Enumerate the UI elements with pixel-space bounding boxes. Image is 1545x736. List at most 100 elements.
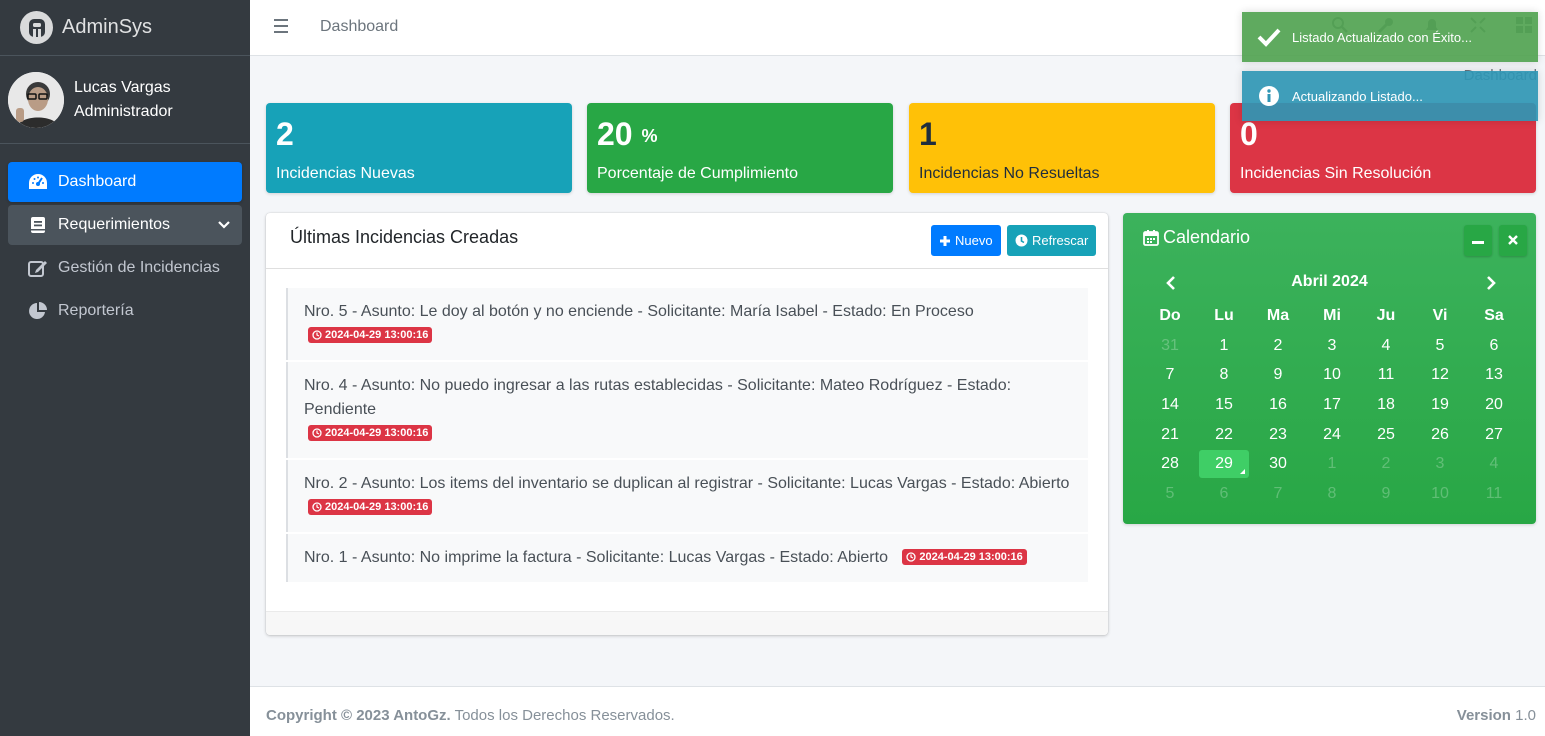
weekday: Ju: [1376, 306, 1396, 324]
calendar-day[interactable]: 6: [1197, 485, 1251, 503]
calendar-day[interactable]: 19: [1413, 396, 1467, 414]
calendar-day[interactable]: 21: [1143, 426, 1197, 444]
sidebar-nav: Dashboard Requerimientos Gestión de Inci…: [0, 144, 250, 331]
calendar-day[interactable]: 5: [1143, 485, 1197, 503]
brand-link[interactable]: AdminSys: [0, 0, 250, 56]
calendar-week: 21 22 23 24 25 26 27: [1143, 420, 1521, 450]
pie-chart-icon: [28, 301, 48, 321]
clock-icon: [312, 502, 322, 512]
stat-label: Incidencias Sin Resolución: [1240, 165, 1432, 182]
calendar-day[interactable]: 27: [1467, 426, 1521, 444]
chevron-down-icon[interactable]: [218, 217, 230, 235]
calendar-day[interactable]: 4: [1467, 455, 1521, 473]
calendar-grid: Do Lu Ma Mi Ju Vi Sa 31 1 2 3 4 5 6 7 8 …: [1143, 301, 1521, 509]
stat-box-nuevas[interactable]: 2 Incidencias Nuevas: [266, 103, 572, 193]
book-icon: [28, 215, 48, 235]
calendar-day[interactable]: 2: [1359, 455, 1413, 473]
calendar-month[interactable]: Abril 2024: [1123, 273, 1536, 291]
calendar-day[interactable]: 30: [1251, 455, 1305, 473]
toast-success[interactable]: Listado Actualizado con Éxito...: [1242, 12, 1538, 62]
calendar-day[interactable]: 2: [1251, 337, 1305, 355]
tachometer-icon: [28, 172, 48, 192]
incident-date: 2024-04-29 13:00:16: [919, 551, 1023, 563]
sidebar-item-label: Requerimientos: [58, 216, 171, 233]
calendar-day[interactable]: 1: [1197, 337, 1251, 355]
calendar-day[interactable]: 13: [1467, 366, 1521, 384]
calendar-day[interactable]: 24: [1305, 426, 1359, 444]
sidebar-item-reporteria[interactable]: Reportería: [8, 291, 242, 331]
calendar-day[interactable]: 11: [1359, 366, 1413, 384]
calendar-day[interactable]: 31: [1143, 337, 1197, 355]
new-button[interactable]: Nuevo: [931, 225, 1001, 256]
stat-value: 1: [919, 116, 937, 152]
list-item[interactable]: Nro. 2 - Asunto: Los items del inventari…: [286, 460, 1088, 532]
sidebar-item-requerimientos[interactable]: Requerimientos: [8, 205, 242, 245]
calendar-day[interactable]: 12: [1413, 366, 1467, 384]
stat-value: 20: [597, 116, 633, 152]
weekday: Sa: [1484, 306, 1504, 324]
calendar-day[interactable]: 28: [1143, 455, 1197, 473]
calendar-day[interactable]: 1: [1305, 455, 1359, 473]
weekday-row: Do Lu Ma Mi Ju Vi Sa: [1143, 301, 1521, 331]
minus-icon: [1472, 232, 1484, 250]
calendar-day[interactable]: 14: [1143, 396, 1197, 414]
menu-toggle-icon[interactable]: [274, 19, 288, 33]
calendar-day[interactable]: 11: [1467, 485, 1521, 503]
calendar-day[interactable]: 7: [1143, 366, 1197, 384]
calendar-day[interactable]: 8: [1197, 366, 1251, 384]
calendar-day[interactable]: 18: [1359, 396, 1413, 414]
copyright-text: Todos los Derechos Reservados.: [454, 707, 675, 724]
calendar-day[interactable]: 10: [1413, 485, 1467, 503]
calendar-day[interactable]: 9: [1251, 366, 1305, 384]
calendar-day[interactable]: 26: [1413, 426, 1467, 444]
chevron-right-icon[interactable]: [1485, 275, 1497, 296]
clock-icon: [906, 552, 917, 562]
calendar-day[interactable]: 3: [1413, 455, 1467, 473]
calendar-day[interactable]: 8: [1305, 485, 1359, 503]
weekday: Vi: [1432, 306, 1448, 324]
incidents-list: Nro. 5 - Asunto: Le doy al botón y no en…: [286, 288, 1088, 584]
plus-icon: [939, 235, 951, 247]
collapse-button[interactable]: [1464, 225, 1492, 256]
close-icon: [1508, 232, 1518, 250]
list-item[interactable]: Nro. 1 - Asunto: No imprime la factura -…: [286, 534, 1088, 582]
avatar[interactable]: [8, 71, 64, 128]
calendar-day-today[interactable]: 29: [1199, 450, 1249, 479]
calendar-day[interactable]: 15: [1197, 396, 1251, 414]
sidebar-item-gestion-incidencias[interactable]: Gestión de Incidencias: [8, 248, 242, 288]
calendar-day[interactable]: 25: [1359, 426, 1413, 444]
calendar-day[interactable]: 3: [1305, 337, 1359, 355]
calendar-icon: [1143, 229, 1159, 246]
list-item[interactable]: Nro. 5 - Asunto: Le doy al botón y no en…: [286, 288, 1088, 360]
calendar-day[interactable]: 6: [1467, 337, 1521, 355]
calendar-day[interactable]: 10: [1305, 366, 1359, 384]
calendar-card: Calendario Abril 2024 Do Lu Ma Mi Ju Vi …: [1123, 213, 1536, 524]
page-title[interactable]: Dashboard: [320, 18, 398, 36]
calendar-day[interactable]: 20: [1467, 396, 1521, 414]
clock-icon: [312, 330, 322, 340]
stat-box-cumplimiento[interactable]: 20 % Porcentaje de Cumplimiento: [587, 103, 893, 193]
incident-date: 2024-04-29 13:00:16: [325, 329, 429, 341]
calendar-day[interactable]: 5: [1413, 337, 1467, 355]
sidebar-item-label: Reportería: [58, 302, 134, 319]
refresh-button[interactable]: Refrescar: [1007, 225, 1097, 256]
list-item[interactable]: Nro. 4 - Asunto: No puedo ingresar a las…: [286, 362, 1088, 458]
calendar-week: 14 15 16 17 18 19 20: [1143, 390, 1521, 420]
calendar-day[interactable]: 7: [1251, 485, 1305, 503]
incident-text: Nro. 5 - Asunto: Le doy al botón y no en…: [304, 303, 974, 320]
calendar-day[interactable]: 9: [1359, 485, 1413, 503]
incidents-card: Últimas Incidencias Creadas Nuevo Refres…: [266, 213, 1108, 635]
calendar-day[interactable]: 4: [1359, 337, 1413, 355]
toast-info[interactable]: Actualizando Listado...: [1242, 71, 1538, 121]
user-role: Administrador: [74, 102, 173, 120]
stat-label: Incidencias No Resueltas: [919, 165, 1100, 182]
calendar-day[interactable]: 22: [1197, 426, 1251, 444]
calendar-day[interactable]: 23: [1251, 426, 1305, 444]
close-button[interactable]: [1499, 225, 1527, 256]
user-name[interactable]: Lucas Vargas: [74, 76, 173, 100]
sidebar-item-dashboard[interactable]: Dashboard: [8, 162, 242, 202]
calendar-day[interactable]: 16: [1251, 396, 1305, 414]
incident-text: Nro. 2 - Asunto: Los items del inventari…: [304, 475, 1070, 492]
stat-box-no-resueltas[interactable]: 1 Incidencias No Resueltas: [909, 103, 1215, 193]
calendar-day[interactable]: 17: [1305, 396, 1359, 414]
